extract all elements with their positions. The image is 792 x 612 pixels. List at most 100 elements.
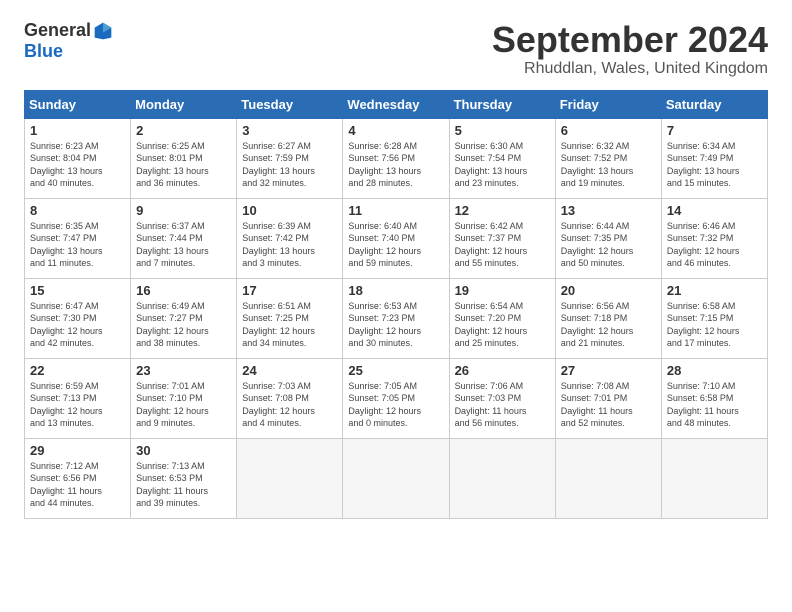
logo-general: General (24, 20, 91, 41)
day-info: Sunrise: 7:12 AM Sunset: 6:56 PM Dayligh… (30, 460, 125, 510)
day-info: Sunrise: 7:13 AM Sunset: 6:53 PM Dayligh… (136, 460, 231, 510)
day-info: Sunrise: 7:06 AM Sunset: 7:03 PM Dayligh… (455, 380, 550, 430)
day-info: Sunrise: 6:30 AM Sunset: 7:54 PM Dayligh… (455, 140, 550, 190)
table-row: 13Sunrise: 6:44 AM Sunset: 7:35 PM Dayli… (555, 198, 661, 278)
day-number: 3 (242, 123, 337, 138)
day-number: 14 (667, 203, 762, 218)
day-number: 18 (348, 283, 443, 298)
week-row-3: 22Sunrise: 6:59 AM Sunset: 7:13 PM Dayli… (25, 358, 768, 438)
day-info: Sunrise: 6:58 AM Sunset: 7:15 PM Dayligh… (667, 300, 762, 350)
day-info: Sunrise: 6:37 AM Sunset: 7:44 PM Dayligh… (136, 220, 231, 270)
header-row: Sunday Monday Tuesday Wednesday Thursday… (25, 90, 768, 118)
table-row: 6 Sunrise: 6:32 AM Sunset: 7:52 PM Daylig… (555, 118, 661, 198)
table-row: 16 Sunrise: 6:49 AM Sunset: 7:27 PM Dayli… (131, 278, 237, 358)
day-number: 24 (242, 363, 337, 378)
day-info: Sunrise: 6:49 AM Sunset: 7:27 PM Dayligh… (136, 300, 231, 350)
table-row: 27 Sunrise: 7:08 AM Sunset: 7:01 PM Dayli… (555, 358, 661, 438)
table-row: 30 Sunrise: 7:13 AM Sunset: 6:53 PM Dayli… (131, 438, 237, 518)
table-row (555, 438, 661, 518)
col-tuesday: Tuesday (237, 90, 343, 118)
table-row: 18 Sunrise: 6:53 AM Sunset: 7:23 PM Dayli… (343, 278, 449, 358)
day-info: Sunrise: 6:34 AM Sunset: 7:49 PM Dayligh… (667, 140, 762, 190)
calendar-body: 1Sunrise: 6:23 AM Sunset: 8:04 PM Daylig… (25, 118, 768, 518)
logo-icon (93, 21, 113, 41)
day-number: 27 (561, 363, 656, 378)
table-row: 26 Sunrise: 7:06 AM Sunset: 7:03 PM Dayli… (449, 358, 555, 438)
day-info: Sunrise: 6:51 AM Sunset: 7:25 PM Dayligh… (242, 300, 337, 350)
day-number: 26 (455, 363, 550, 378)
day-info: Sunrise: 7:03 AM Sunset: 7:08 PM Dayligh… (242, 380, 337, 430)
day-number: 20 (561, 283, 656, 298)
day-number: 22 (30, 363, 125, 378)
day-info: Sunrise: 6:42 AM Sunset: 7:37 PM Dayligh… (455, 220, 550, 270)
col-sunday: Sunday (25, 90, 131, 118)
table-row: 10 Sunrise: 6:39 AM Sunset: 7:42 PM Dayli… (237, 198, 343, 278)
header-area: General Blue September 2024 Rhuddlan, Wa… (24, 20, 768, 78)
day-info: Sunrise: 6:35 AM Sunset: 7:47 PM Dayligh… (30, 220, 125, 270)
table-row (237, 438, 343, 518)
day-info: Sunrise: 7:08 AM Sunset: 7:01 PM Dayligh… (561, 380, 656, 430)
day-info: Sunrise: 6:47 AM Sunset: 7:30 PM Dayligh… (30, 300, 125, 350)
day-number: 21 (667, 283, 762, 298)
day-info: Sunrise: 6:40 AM Sunset: 7:40 PM Dayligh… (348, 220, 443, 270)
day-info: Sunrise: 6:25 AM Sunset: 8:01 PM Dayligh… (136, 140, 231, 190)
logo-text: General (24, 20, 113, 41)
day-number: 10 (242, 203, 337, 218)
table-row: 3 Sunrise: 6:27 AM Sunset: 7:59 PM Daylig… (237, 118, 343, 198)
day-number: 6 (561, 123, 656, 138)
table-row: 19Sunrise: 6:54 AM Sunset: 7:20 PM Dayli… (449, 278, 555, 358)
day-info: Sunrise: 6:23 AM Sunset: 8:04 PM Dayligh… (30, 140, 125, 190)
table-row: 7 Sunrise: 6:34 AM Sunset: 7:49 PM Daylig… (661, 118, 767, 198)
table-row: 14Sunrise: 6:46 AM Sunset: 7:32 PM Dayli… (661, 198, 767, 278)
table-row: 25 Sunrise: 7:05 AM Sunset: 7:05 PM Dayli… (343, 358, 449, 438)
day-number: 25 (348, 363, 443, 378)
day-info: Sunrise: 6:27 AM Sunset: 7:59 PM Dayligh… (242, 140, 337, 190)
table-row: 1Sunrise: 6:23 AM Sunset: 8:04 PM Daylig… (25, 118, 131, 198)
day-number: 7 (667, 123, 762, 138)
day-number: 2 (136, 123, 231, 138)
day-number: 28 (667, 363, 762, 378)
table-row: 21 Sunrise: 6:58 AM Sunset: 7:15 PM Dayli… (661, 278, 767, 358)
day-number: 19 (455, 283, 550, 298)
day-number: 8 (30, 203, 125, 218)
table-row: 4Sunrise: 6:28 AM Sunset: 7:56 PM Daylig… (343, 118, 449, 198)
table-row: 28 Sunrise: 7:10 AM Sunset: 6:58 PM Dayli… (661, 358, 767, 438)
table-row: 23Sunrise: 7:01 AM Sunset: 7:10 PM Dayli… (131, 358, 237, 438)
table-row: 24 Sunrise: 7:03 AM Sunset: 7:08 PM Dayli… (237, 358, 343, 438)
day-number: 15 (30, 283, 125, 298)
day-info: Sunrise: 6:39 AM Sunset: 7:42 PM Dayligh… (242, 220, 337, 270)
col-saturday: Saturday (661, 90, 767, 118)
day-info: Sunrise: 6:53 AM Sunset: 7:23 PM Dayligh… (348, 300, 443, 350)
logo-blue: Blue (24, 41, 63, 62)
day-info: Sunrise: 6:32 AM Sunset: 7:52 PM Dayligh… (561, 140, 656, 190)
page: General Blue September 2024 Rhuddlan, Wa… (0, 0, 792, 535)
table-row: 17Sunrise: 6:51 AM Sunset: 7:25 PM Dayli… (237, 278, 343, 358)
location: Rhuddlan, Wales, United Kingdom (492, 60, 768, 78)
title-area: September 2024 Rhuddlan, Wales, United K… (492, 20, 768, 78)
day-number: 13 (561, 203, 656, 218)
day-info: Sunrise: 6:56 AM Sunset: 7:18 PM Dayligh… (561, 300, 656, 350)
week-row-1: 8 Sunrise: 6:35 AM Sunset: 7:47 PM Daylig… (25, 198, 768, 278)
col-monday: Monday (131, 90, 237, 118)
week-row-0: 1Sunrise: 6:23 AM Sunset: 8:04 PM Daylig… (25, 118, 768, 198)
day-number: 12 (455, 203, 550, 218)
table-row: 12 Sunrise: 6:42 AM Sunset: 7:37 PM Dayli… (449, 198, 555, 278)
table-row: 15 Sunrise: 6:47 AM Sunset: 7:30 PM Dayli… (25, 278, 131, 358)
table-row: 29Sunrise: 7:12 AM Sunset: 6:56 PM Dayli… (25, 438, 131, 518)
col-thursday: Thursday (449, 90, 555, 118)
day-number: 16 (136, 283, 231, 298)
day-number: 30 (136, 443, 231, 458)
day-info: Sunrise: 7:01 AM Sunset: 7:10 PM Dayligh… (136, 380, 231, 430)
table-row: 8 Sunrise: 6:35 AM Sunset: 7:47 PM Daylig… (25, 198, 131, 278)
table-row (661, 438, 767, 518)
month-title: September 2024 (492, 20, 768, 60)
day-info: Sunrise: 7:10 AM Sunset: 6:58 PM Dayligh… (667, 380, 762, 430)
table-row: 5 Sunrise: 6:30 AM Sunset: 7:54 PM Daylig… (449, 118, 555, 198)
day-info: Sunrise: 7:05 AM Sunset: 7:05 PM Dayligh… (348, 380, 443, 430)
day-number: 4 (348, 123, 443, 138)
week-row-4: 29Sunrise: 7:12 AM Sunset: 6:56 PM Dayli… (25, 438, 768, 518)
table-row (343, 438, 449, 518)
table-row: 9Sunrise: 6:37 AM Sunset: 7:44 PM Daylig… (131, 198, 237, 278)
calendar-table: Sunday Monday Tuesday Wednesday Thursday… (24, 90, 768, 519)
day-number: 5 (455, 123, 550, 138)
